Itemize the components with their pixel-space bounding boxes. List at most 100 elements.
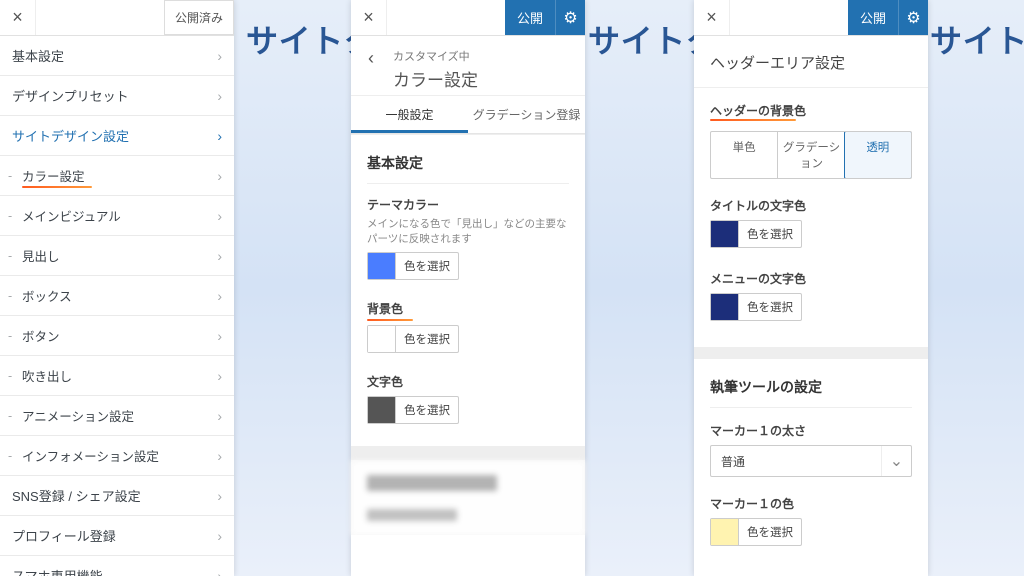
back-button[interactable]: ‹ [359,48,383,69]
nav-sub-animation[interactable]: - アニメーション設定 › [0,396,234,436]
field-label: メニューの文字色 [710,270,912,287]
color-swatch [711,221,739,247]
field-title-color: タイトルの文字色 色を選択 [710,197,912,252]
nav-label: ボックス [22,286,72,305]
dash-icon: - [8,169,12,183]
segmented-control: 単色 グラデーション 透明 [710,131,912,179]
nav-sub-button[interactable]: - ボタン › [0,316,234,356]
customizer-nav-panel: × 公開済み 基本設定 › デザインプリセット › サイトデザイン設定 › - … [0,0,234,576]
color-swatch [711,519,739,545]
nav-sublist: - カラー設定 › - メインビジュアル › - 見出し › - ボックス › … [0,156,234,476]
seg-opt-transparent[interactable]: 透明 [844,131,912,179]
gear-icon[interactable]: ⚙ [898,0,928,35]
field-text-color: 文字色 色を選択 [367,373,569,428]
field-description: メインになる色で「見出し」などの主要なパーツに反映されます [367,217,569,246]
field-label: テーマカラー [367,196,569,215]
color-picker-button[interactable]: 色を選択 [367,252,459,280]
color-picker-button[interactable]: 色を選択 [710,518,802,546]
nav-sub-heading[interactable]: - 見出し › [0,236,234,276]
basic-settings-card: 基本設定 テーマカラー メインになる色で「見出し」などの主要なパーツに反映されま… [351,134,585,446]
color-picker-button[interactable]: 色を選択 [367,396,459,424]
chevron-right-icon: › [217,288,222,304]
dash-icon: - [8,329,12,343]
nav-item-smartphone[interactable]: スマホ専用機能 › [0,556,234,576]
dash-icon: - [8,449,12,463]
color-picker-label: 色を選択 [396,326,458,352]
field-marker-color: マーカー１の色 色を選択 [710,495,912,550]
nav-item-design-preset[interactable]: デザインプリセット › [0,76,234,116]
panel-header: × 公開 ⚙ [694,0,928,36]
nav-label: ボタン [22,326,60,345]
published-status: 公開済み [164,0,234,35]
nav-sub-box[interactable]: - ボックス › [0,276,234,316]
field-label: 背景色 [367,300,403,319]
color-swatch [368,253,396,279]
color-picker-button[interactable]: 色を選択 [367,325,459,353]
dash-icon: - [8,249,12,263]
header-area-settings-panel: × 公開 ⚙ ヘッダーエリア設定 ヘッダーの背景色 単色 グラデーション 透明 … [694,0,928,576]
header-bg-card: ヘッダーの背景色 単色 グラデーション 透明 タイトルの文字色 色を選択 メニュ… [694,88,928,347]
nav-item-site-design[interactable]: サイトデザイン設定 › [0,116,234,156]
breadcrumb: ヘッダーエリア設定 [694,36,928,88]
nav-sub-balloon[interactable]: - 吹き出し › [0,356,234,396]
crumb-small: カスタマイズ中 [393,48,571,64]
dash-icon: - [8,409,12,423]
field-theme-color: テーマカラー メインになる色で「見出し」などの主要なパーツに反映されます 色を選… [367,196,569,284]
seg-opt-gradient[interactable]: グラデーション [777,132,844,178]
field-menu-color: メニューの文字色 色を選択 [710,270,912,325]
select-value: 普通 [711,446,881,476]
tab-gradient[interactable]: グラデーション登録 [468,96,585,133]
nav-label: SNS登録 / シェア設定 [12,486,141,505]
chevron-right-icon: › [217,88,222,104]
color-picker-button[interactable]: 色を選択 [710,220,802,248]
field-background-color: 背景色 色を選択 [367,300,569,357]
tab-general[interactable]: 一般設定 [351,96,468,133]
nav-item-sns[interactable]: SNS登録 / シェア設定 › [0,476,234,516]
nav-sub-information[interactable]: - インフォメーション設定 › [0,436,234,476]
color-picker-button[interactable]: 色を選択 [710,293,802,321]
panel-header: × 公開済み [0,0,234,36]
close-button[interactable]: × [694,0,730,35]
close-button[interactable]: × [351,0,387,35]
color-picker-label: 色を選択 [396,397,458,423]
nav-label: スマホ専用機能 [12,566,103,576]
nav-label: プロフィール登録 [12,526,116,545]
nav-item-basic-settings[interactable]: 基本設定 › [0,36,234,76]
blurred-next-section [351,460,585,535]
breadcrumb: ‹ カスタマイズ中 カラー設定 [351,36,585,95]
chevron-right-icon: › [217,248,222,264]
nav-label: アニメーション設定 [22,406,134,425]
nav-list: 基本設定 › デザインプリセット › サイトデザイン設定 › - カラー設定 ›… [0,36,234,576]
publish-button[interactable]: 公開 [848,0,898,35]
color-picker-label: 色を選択 [739,221,801,247]
close-button[interactable]: × [0,0,36,35]
nav-sub-main-visual[interactable]: - メインビジュアル › [0,196,234,236]
seg-opt-solid[interactable]: 単色 [711,132,777,178]
section-title: 執筆ツールの設定 [710,373,912,408]
crumb-title: カラー設定 [393,64,571,91]
section-title: 基本設定 [367,149,569,184]
chevron-right-icon: › [217,368,222,384]
dash-icon: - [8,369,12,383]
nav-item-profile[interactable]: プロフィール登録 › [0,516,234,556]
chevron-right-icon: › [217,528,222,544]
gear-icon[interactable]: ⚙ [555,0,585,35]
field-header-bg: ヘッダーの背景色 単色 グラデーション 透明 [710,102,912,179]
color-settings-panel: × 公開 ⚙ ‹ カスタマイズ中 カラー設定 一般設定 グラデーション登録 基本… [351,0,585,576]
nav-sub-color-settings[interactable]: - カラー設定 › [0,156,234,196]
nav-label: サイトデザイン設定 [12,126,129,145]
dash-icon: - [8,289,12,303]
chevron-right-icon: › [217,208,222,224]
nav-label: メインビジュアル [22,206,121,225]
chevron-right-icon: › [217,168,222,184]
color-swatch [368,326,396,352]
nav-label: 基本設定 [12,46,64,65]
field-marker-width: マーカー１の太さ 普通 ⌄ [710,422,912,477]
publish-button[interactable]: 公開 [505,0,555,35]
color-picker-label: 色を選択 [739,519,801,545]
crumb-title: ヘッダーエリア設定 [710,52,912,73]
chevron-right-icon: › [217,128,222,144]
chevron-right-icon: › [217,328,222,344]
chevron-right-icon: › [217,568,222,576]
select-marker-width[interactable]: 普通 ⌄ [710,445,912,477]
